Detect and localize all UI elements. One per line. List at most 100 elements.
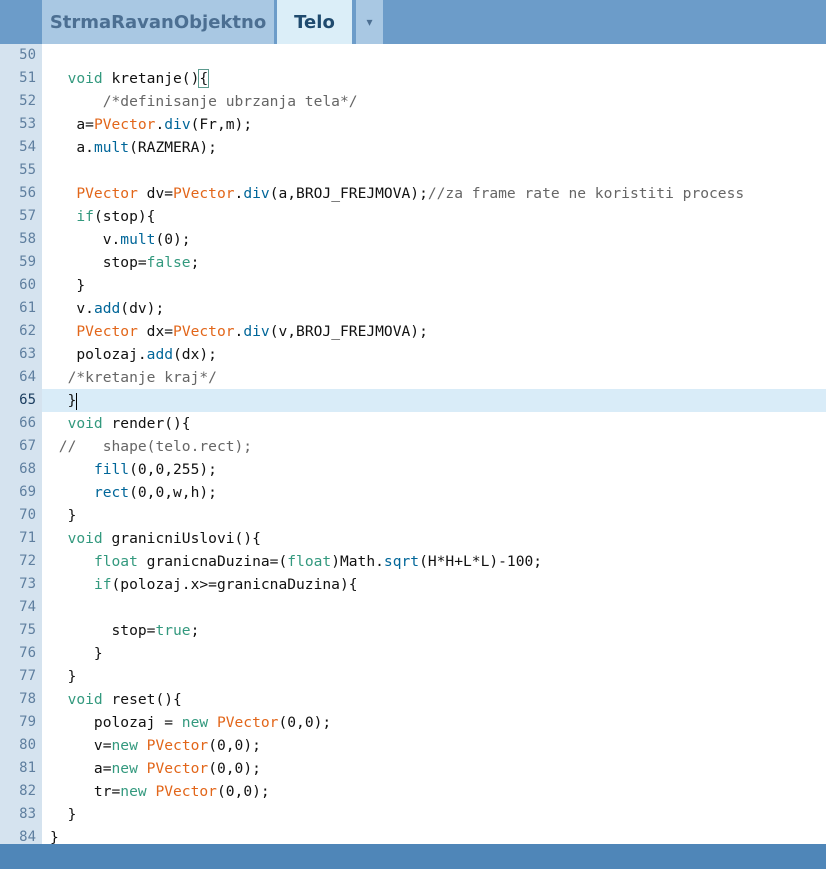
line-number: 73 bbox=[19, 576, 36, 592]
line-number: 56 bbox=[19, 185, 36, 201]
status-bar bbox=[0, 844, 826, 869]
code-line[interactable]: a=new PVector(0,0); bbox=[42, 757, 826, 780]
code-line[interactable]: void granicniUslovi(){ bbox=[42, 527, 826, 550]
line-number: 80 bbox=[19, 737, 36, 753]
line-number: 66 bbox=[19, 415, 36, 431]
line-number: 52 bbox=[19, 93, 36, 109]
tab-bar: StrmaRavanObjektno Telo ▾ bbox=[0, 0, 826, 44]
code-line[interactable]: fill(0,0,255); bbox=[42, 458, 826, 481]
code-line[interactable]: } bbox=[42, 642, 826, 665]
code-line[interactable] bbox=[42, 596, 826, 619]
line-number: 50 bbox=[19, 47, 36, 63]
code-editor[interactable]: void kretanje(){ /*definisanje ubrzanja … bbox=[42, 44, 826, 844]
code-line-text: } bbox=[50, 806, 77, 823]
code-line-text: a=PVector.div(Fr,m); bbox=[50, 116, 253, 133]
line-number: 65 bbox=[19, 392, 36, 408]
code-line[interactable]: } bbox=[42, 389, 826, 412]
code-line-text: /*definisanje ubrzanja tela*/ bbox=[102, 93, 358, 110]
code-line[interactable]: /*definisanje ubrzanja tela*/ bbox=[42, 90, 826, 113]
code-line-text: void render(){ bbox=[67, 415, 191, 432]
line-number: 58 bbox=[19, 231, 36, 247]
code-line[interactable]: PVector dx=PVector.div(v,BROJ_FREJMOVA); bbox=[42, 320, 826, 343]
text-caret bbox=[76, 392, 78, 410]
code-line[interactable]: } bbox=[42, 803, 826, 826]
code-line[interactable]: float granicnaDuzina=(float)Math.sqrt(H*… bbox=[42, 550, 826, 573]
line-number: 70 bbox=[19, 507, 36, 523]
code-line[interactable]: void reset(){ bbox=[42, 688, 826, 711]
code-line-text: v.mult(0); bbox=[50, 231, 191, 248]
code-line-text: /*kretanje kraj*/ bbox=[67, 369, 217, 386]
code-line-text: polozaj = new PVector(0,0); bbox=[50, 714, 332, 731]
line-number: 53 bbox=[19, 116, 36, 132]
line-number: 77 bbox=[19, 668, 36, 684]
code-line[interactable]: PVector dv=PVector.div(a,BROJ_FREJMOVA);… bbox=[42, 182, 826, 205]
line-number: 61 bbox=[19, 300, 36, 316]
code-line[interactable]: if(polozaj.x>=granicnaDuzina){ bbox=[42, 573, 826, 596]
code-line-text: if(polozaj.x>=granicnaDuzina){ bbox=[93, 576, 358, 593]
line-number: 64 bbox=[19, 369, 36, 385]
code-line-text: } bbox=[50, 277, 86, 294]
line-number: 74 bbox=[19, 599, 36, 615]
line-number: 71 bbox=[19, 530, 36, 546]
line-number: 76 bbox=[19, 645, 36, 661]
code-line[interactable]: void kretanje(){ bbox=[42, 67, 826, 90]
code-line-text: } bbox=[50, 645, 103, 662]
code-line-text: } bbox=[50, 668, 77, 685]
code-line[interactable] bbox=[42, 44, 826, 67]
code-line[interactable]: if(stop){ bbox=[42, 205, 826, 228]
tab-telo[interactable]: Telo bbox=[277, 0, 352, 44]
line-number: 54 bbox=[19, 139, 36, 155]
code-line-text: // shape(telo.rect); bbox=[58, 438, 253, 455]
code-line-text: v=new PVector(0,0); bbox=[50, 737, 261, 754]
line-number-gutter: 50 51 52 53 54 55 56 57 58 59 60 61 62 63 64 65 66 67 68 69… bbox=[0, 44, 42, 845]
code-line[interactable] bbox=[42, 159, 826, 182]
code-line[interactable]: a=PVector.div(Fr,m); bbox=[42, 113, 826, 136]
code-line[interactable]: v.mult(0); bbox=[42, 228, 826, 251]
code-line[interactable]: } bbox=[42, 665, 826, 688]
code-line-text: rect(0,0,w,h); bbox=[93, 484, 217, 501]
code-line[interactable]: v.add(dv); bbox=[42, 297, 826, 320]
code-line[interactable]: polozaj.add(dx); bbox=[42, 343, 826, 366]
code-line-text: void reset(){ bbox=[67, 691, 182, 708]
line-number: 55 bbox=[19, 162, 36, 178]
code-line-text: } bbox=[50, 392, 78, 410]
code-line-text: } bbox=[50, 829, 59, 844]
line-number: 78 bbox=[19, 691, 36, 707]
tab-strmaravanobjektno[interactable]: StrmaRavanObjektno bbox=[42, 0, 274, 44]
code-line[interactable]: stop=true; bbox=[42, 619, 826, 642]
code-line-text: } bbox=[50, 507, 77, 524]
code-line-text: PVector dv=PVector.div(a,BROJ_FREJMOVA);… bbox=[76, 185, 745, 202]
code-line-text: a=new PVector(0,0); bbox=[50, 760, 261, 777]
code-line[interactable]: rect(0,0,w,h); bbox=[42, 481, 826, 504]
code-line-text: tr=new PVector(0,0); bbox=[50, 783, 270, 800]
line-number: 57 bbox=[19, 208, 36, 224]
line-number: 59 bbox=[19, 254, 36, 270]
line-number: 60 bbox=[19, 277, 36, 293]
code-line-text: fill(0,0,255); bbox=[93, 461, 217, 478]
code-line-text: a.mult(RAZMERA); bbox=[50, 139, 217, 156]
code-line[interactable]: /*kretanje kraj*/ bbox=[42, 366, 826, 389]
line-number: 81 bbox=[19, 760, 36, 776]
code-line[interactable]: // shape(telo.rect); bbox=[42, 435, 826, 458]
code-line[interactable]: void render(){ bbox=[42, 412, 826, 435]
line-number: 83 bbox=[19, 806, 36, 822]
code-line[interactable]: polozaj = new PVector(0,0); bbox=[42, 711, 826, 734]
code-line[interactable]: } bbox=[42, 504, 826, 527]
code-line[interactable]: } bbox=[42, 274, 826, 297]
line-number: 68 bbox=[19, 461, 36, 477]
line-number: 51 bbox=[19, 70, 36, 86]
line-number: 72 bbox=[19, 553, 36, 569]
code-line[interactable]: } bbox=[42, 826, 826, 844]
code-line-text: polozaj.add(dx); bbox=[50, 346, 217, 363]
code-line[interactable]: v=new PVector(0,0); bbox=[42, 734, 826, 757]
line-number: 63 bbox=[19, 346, 36, 362]
tab-menu-chevron-down-icon[interactable]: ▾ bbox=[356, 0, 383, 44]
line-number: 67 bbox=[19, 438, 36, 454]
code-line-text: stop=true; bbox=[50, 622, 200, 639]
code-line-text: float granicnaDuzina=(float)Math.sqrt(H*… bbox=[93, 553, 543, 570]
code-line-text: v.add(dv); bbox=[50, 300, 165, 317]
code-line-text: if(stop){ bbox=[76, 208, 156, 225]
code-line[interactable]: tr=new PVector(0,0); bbox=[42, 780, 826, 803]
code-line[interactable]: a.mult(RAZMERA); bbox=[42, 136, 826, 159]
code-line[interactable]: stop=false; bbox=[42, 251, 826, 274]
